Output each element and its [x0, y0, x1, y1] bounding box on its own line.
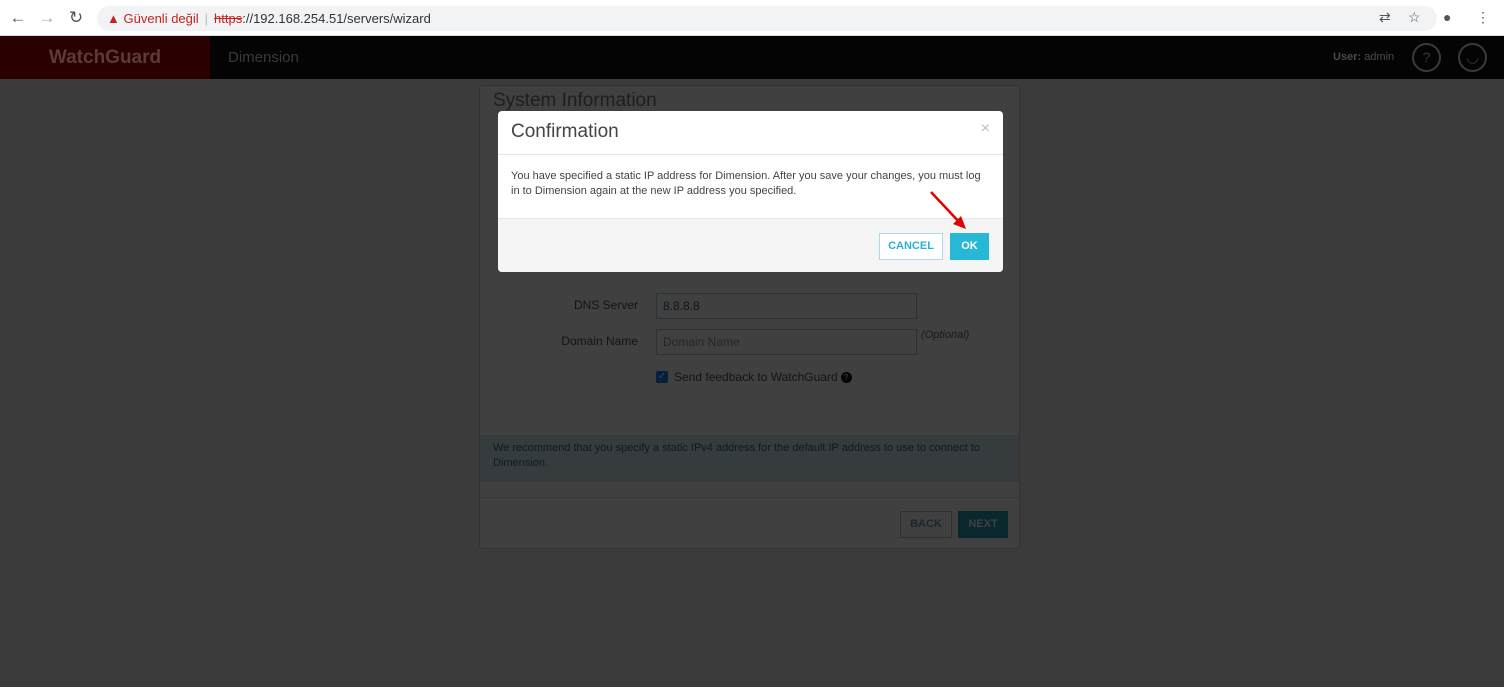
url-scheme: https	[214, 11, 243, 26]
app-header: WatchGuard Dimension User: admin ? ◡	[0, 36, 1504, 79]
warning-icon: ▲	[107, 11, 120, 26]
domain-name-label: Domain Name	[561, 334, 638, 348]
close-icon[interactable]: ×	[981, 120, 990, 138]
domain-name-input[interactable]: Domain Name	[656, 329, 917, 355]
dns-server-label: DNS Server	[573, 298, 638, 312]
star-icon[interactable]: ☆	[1408, 9, 1421, 26]
domain-name-row: Domain Name Domain Name (Optional)	[480, 329, 1021, 355]
ok-button[interactable]: OK	[950, 233, 989, 260]
help-icon[interactable]: ?	[1412, 43, 1441, 72]
back-arrow-icon[interactable]: ←	[8, 8, 28, 28]
question-icon[interactable]: ?	[840, 372, 852, 384]
dialog-title: Confirmation	[511, 121, 619, 142]
forward-arrow-icon[interactable]: →	[37, 8, 57, 28]
cancel-button[interactable]: CANCEL	[879, 233, 943, 260]
watchguard-logo: WatchGuard	[0, 36, 210, 79]
annotation-arrow-icon	[930, 191, 966, 229]
back-button[interactable]: BACK	[900, 511, 952, 538]
dns-server-input[interactable]: 8.8.8.8	[656, 293, 917, 319]
optional-hint: (Optional)	[921, 329, 970, 341]
url-text: ://192.168.254.51/servers/wizard	[242, 11, 431, 26]
dns-server-row: DNS Server 8.8.8.8	[480, 293, 1021, 319]
feedback-label: Send feedback to WatchGuard?	[674, 370, 852, 384]
panel-title: System Information	[493, 90, 657, 111]
user-info: User: admin	[1333, 51, 1395, 63]
reload-icon[interactable]: ↻	[66, 8, 86, 28]
browser-toolbar: ← → ↻ ▲ Güvenli değil | https://192.168.25…	[0, 0, 1504, 36]
user-avatar-icon[interactable]: ◡	[1458, 43, 1487, 72]
address-bar[interactable]: ▲ Güvenli değil | https://192.168.254.51/s…	[97, 6, 1437, 31]
security-label: Güvenli değil	[123, 11, 199, 26]
menu-icon[interactable]: ⋮	[1476, 9, 1490, 26]
translate-icon[interactable]: ⇄	[1379, 9, 1391, 26]
profile-icon[interactable]: ●	[1443, 9, 1451, 25]
panel-footer-divider	[480, 497, 1019, 498]
next-button[interactable]: NEXT	[958, 511, 1008, 538]
product-name: Dimension	[228, 49, 299, 66]
feedback-checkbox[interactable]: ✓	[656, 371, 668, 383]
info-alert: We recommend that you specify a static I…	[480, 435, 1019, 482]
